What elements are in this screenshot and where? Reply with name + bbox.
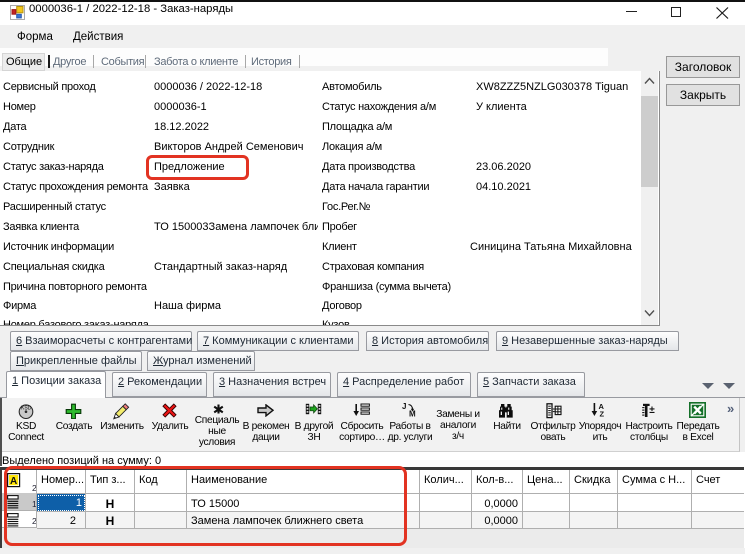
svg-text:J: J bbox=[402, 402, 406, 411]
svg-text:KSD: KSD bbox=[21, 406, 32, 412]
svg-text:±: ± bbox=[649, 405, 655, 416]
svg-text:Z: Z bbox=[600, 410, 605, 418]
